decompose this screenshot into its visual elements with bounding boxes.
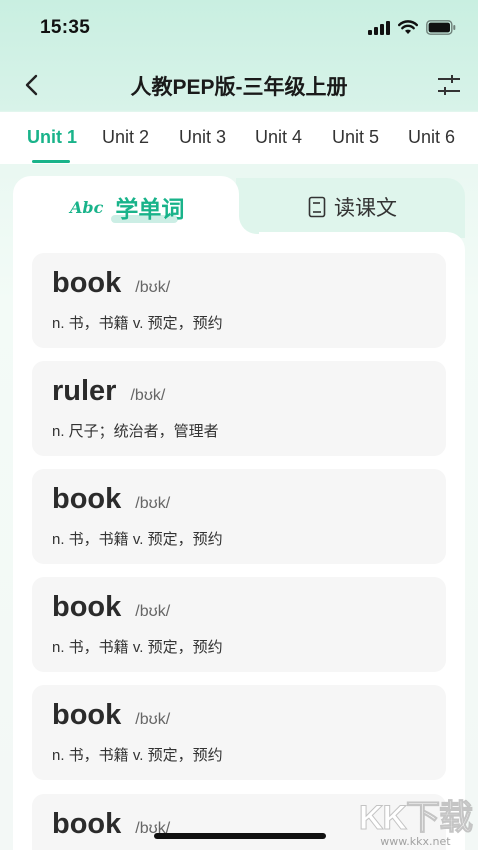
- word-meaning: n. 书，书籍 v. 预定，预约: [52, 315, 223, 332]
- word-card[interactable]: book /bʊk/ n. 书，书籍 v. 预定，预约: [32, 685, 446, 780]
- word-meaning: n. 书，书籍 v. 预定，预约: [52, 639, 223, 656]
- tab-unit-3[interactable]: Unit 3: [179, 127, 226, 148]
- word-text: book: [52, 267, 122, 299]
- word-phonetic: /bʊk/: [135, 603, 171, 620]
- watermark-logo: KK下载: [358, 799, 473, 838]
- word-text: book: [52, 591, 122, 623]
- status-bar: 15:35: [0, 0, 478, 58]
- word-phonetic: /bʊk/: [135, 279, 171, 296]
- tab-read-text-label: 读课文: [334, 197, 397, 220]
- word-phonetic: /bʊk/: [135, 495, 171, 512]
- active-tab-indicator: [32, 160, 70, 163]
- word-phonetic: /bʊk/: [130, 387, 166, 404]
- tab-unit-2[interactable]: Unit 2: [102, 127, 149, 148]
- word-text: book: [52, 483, 122, 515]
- tab-read-text[interactable]: 读课文: [308, 192, 397, 222]
- unit-tabs: Unit 1 Unit 2 Unit 3 Unit 4 Unit 5 Unit …: [0, 112, 478, 164]
- tab-learn-words[interactable]: Abc 学单词: [70, 190, 184, 224]
- home-indicator[interactable]: [154, 833, 326, 839]
- filter-button[interactable]: [434, 70, 464, 100]
- tab-learn-words-label: 学单词: [111, 190, 184, 224]
- word-meaning: n. 书，书籍 v. 预定，预约: [52, 747, 223, 764]
- signal-icon: [368, 20, 390, 35]
- word-card[interactable]: book /bʊk/ n. 书，书籍 v. 预定，预约: [32, 253, 446, 348]
- tab-unit-5[interactable]: Unit 5: [332, 127, 379, 148]
- abc-icon: Abc: [70, 197, 104, 217]
- word-card[interactable]: ruler /bʊk/ n. 尺子；统治者，管理者: [32, 361, 446, 456]
- word-meaning: n. 书，书籍 v. 预定，预约: [52, 531, 223, 548]
- nav-bar: 人教PEP版-三年级上册: [0, 58, 478, 112]
- status-icons: [368, 20, 456, 35]
- word-text: book: [52, 699, 122, 731]
- word-text: ruler: [52, 375, 117, 407]
- word-text: book: [52, 808, 122, 840]
- battery-icon: [426, 20, 456, 35]
- word-meaning: n. 尺子；统治者，管理者: [52, 423, 219, 440]
- word-card[interactable]: book /bʊk/ n. 书，书籍 v. 预定，预约: [32, 577, 446, 672]
- wifi-icon: [398, 20, 418, 34]
- status-time: 15:35: [40, 17, 91, 38]
- word-phonetic: /bʊk/: [135, 711, 171, 728]
- book-icon: [308, 196, 326, 218]
- tab-unit-4[interactable]: Unit 4: [255, 127, 302, 148]
- page-title: 人教PEP版-三年级上册: [130, 76, 348, 99]
- sliders-icon: [438, 75, 460, 95]
- tab-unit-1[interactable]: Unit 1: [27, 127, 77, 148]
- watermark: KK下载 www.kkx.net: [358, 790, 473, 849]
- tab-unit-6[interactable]: Unit 6: [408, 127, 455, 148]
- segment-curve: [239, 214, 259, 234]
- word-card[interactable]: book /bʊk/ n. 书，书籍 v. 预定，预约: [32, 469, 446, 564]
